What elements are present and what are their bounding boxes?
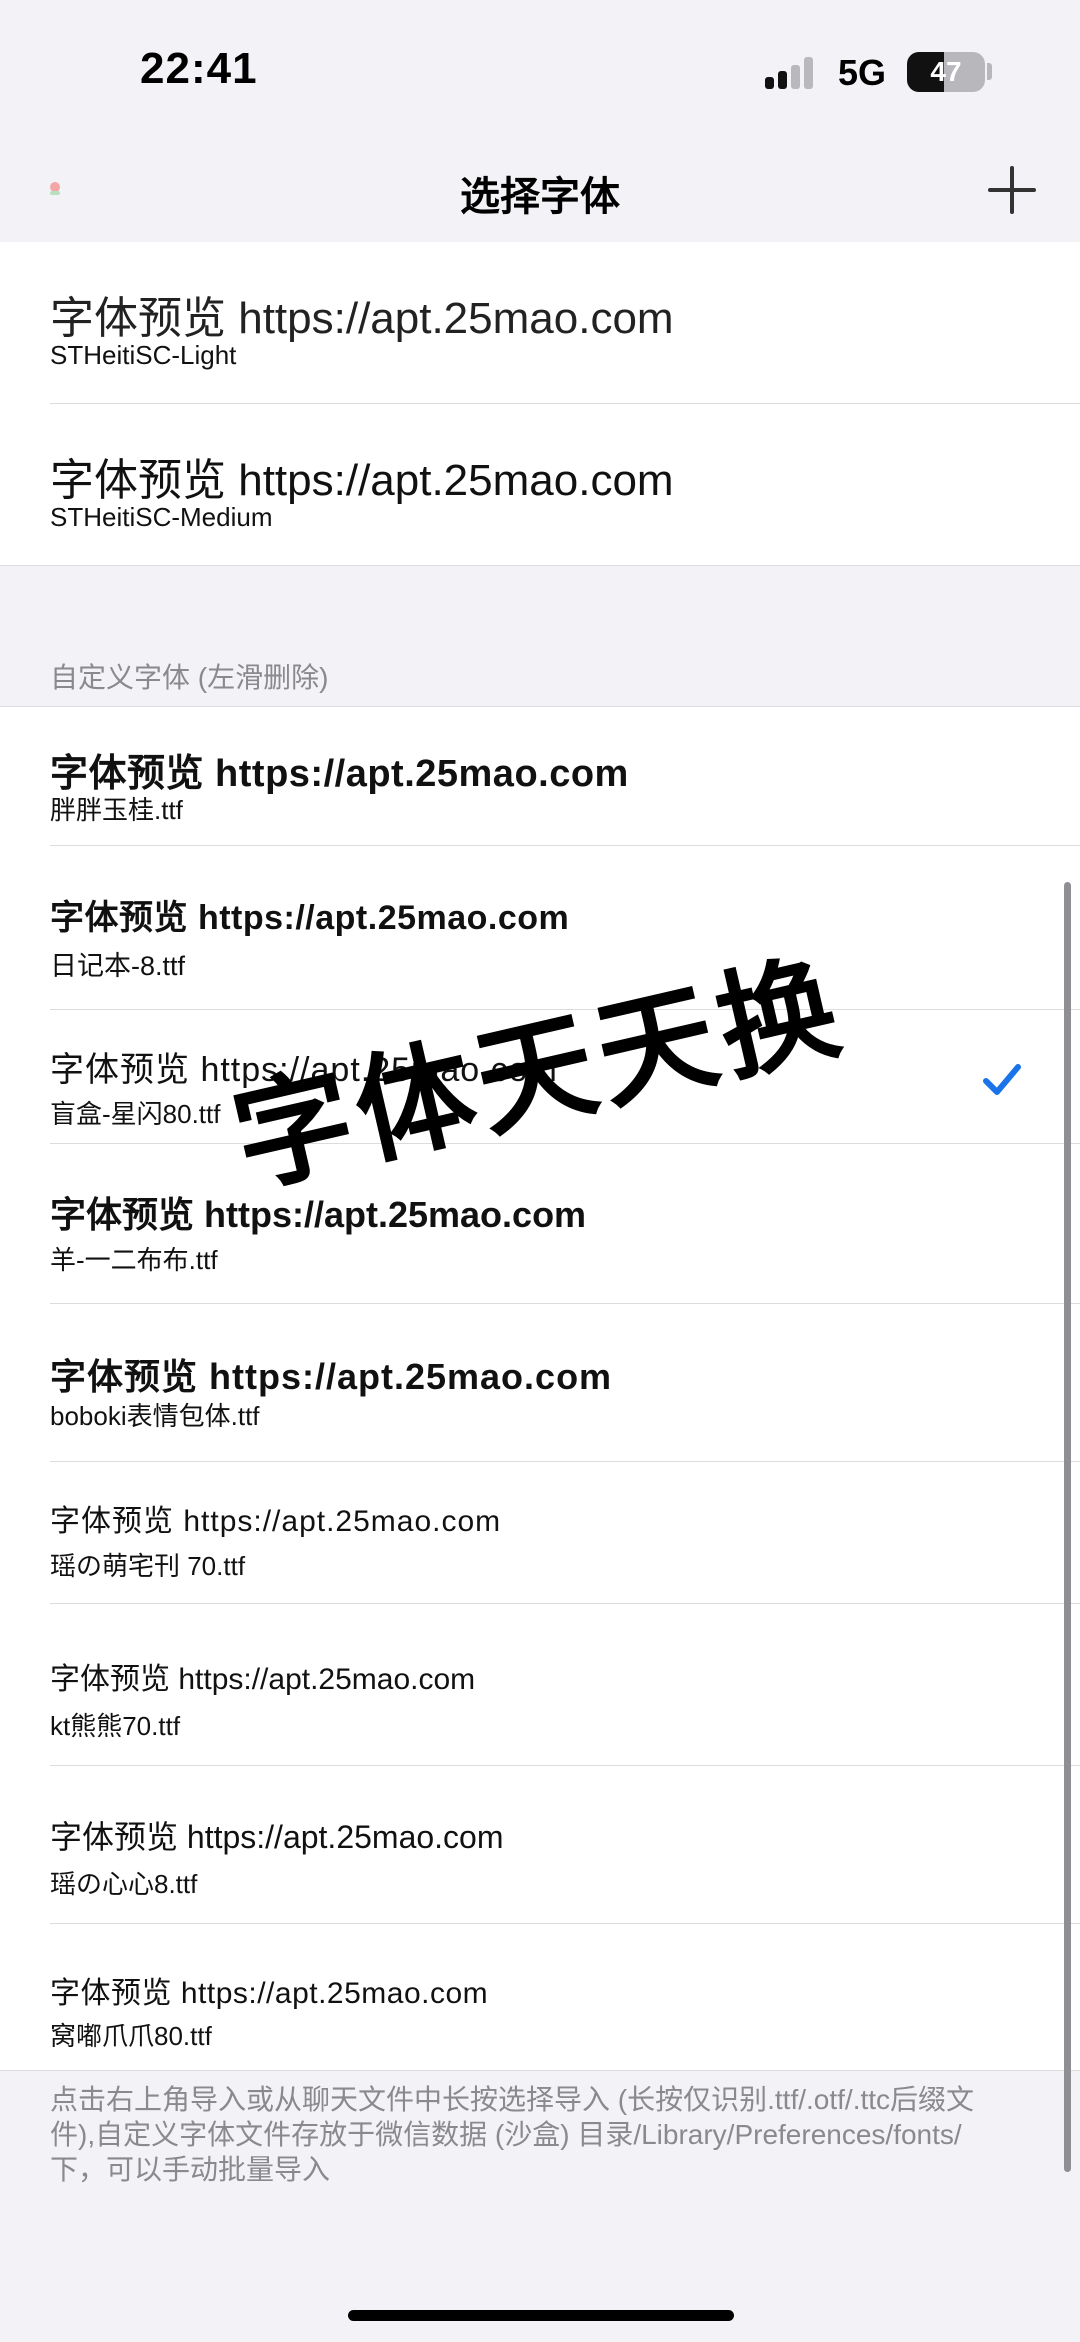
navigation-bar: 选择字体 [0, 140, 1080, 242]
font-name: 胖胖玉桂.ttf [50, 795, 183, 825]
font-name: 盲盒-星闪80.ttf [50, 1099, 221, 1129]
system-font-list: 字体预览 https://apt.25mao.com STHeitiSC-Lig… [0, 242, 1080, 566]
font-name: 窝嘟爪爪80.ttf [50, 2021, 212, 2051]
font-row[interactable]: 字体预览 https://apt.25mao.com 羊-一二布布.ttf [0, 1144, 1080, 1304]
font-row[interactable]: 字体预览 https://apt.25mao.com 窝嘟爪爪80.ttf [0, 1924, 1080, 2071]
font-preview: 字体预览 https://apt.25mao.com [50, 1356, 613, 1397]
font-preview: 字体预览 https://apt.25mao.com [50, 294, 674, 343]
font-name: 羊-一二布布.ttf [50, 1245, 218, 1275]
font-name: 瑶の心心8.ttf [50, 1869, 198, 1899]
custom-fonts-header: 自定义字体 (左滑删除) [50, 662, 329, 693]
battery-percent: 47 [930, 56, 962, 87]
font-row-sthei-medium[interactable]: 字体预览 https://apt.25mao.com STHeitiSC-Med… [0, 404, 1080, 566]
font-preview: 字体预览 https://apt.25mao.com [50, 456, 674, 505]
font-row[interactable]: 字体预览 https://apt.25mao.com 瑶の萌宅刊 70.ttf [0, 1462, 1080, 1604]
font-row-sthei-light[interactable]: 字体预览 https://apt.25mao.com STHeitiSC-Lig… [0, 242, 1080, 404]
cellular-signal-icon [765, 57, 825, 89]
font-name: boboki表情包体.ttf [50, 1401, 260, 1431]
font-preview: 字体预览 https://apt.25mao.com [50, 753, 629, 795]
row-divider [0, 565, 1080, 566]
row-divider [0, 2070, 1080, 2071]
font-preview: 字体预览 https://apt.25mao.com [50, 1663, 476, 1696]
font-preview: 字体预览 https://apt.25mao.com [50, 1505, 502, 1538]
page-title: 选择字体 [460, 175, 620, 219]
checkmark-icon [983, 1064, 1021, 1095]
font-name: 瑶の萌宅刊 70.ttf [50, 1551, 246, 1581]
status-time: 22:41 [140, 44, 258, 93]
add-font-button[interactable] [984, 162, 1040, 218]
battery-icon: 47 [907, 52, 985, 92]
custom-font-list: 字体预览 https://apt.25mao.com 胖胖玉桂.ttf 字体预览… [0, 706, 1080, 2071]
scrollbar[interactable] [1064, 882, 1071, 2172]
home-indicator[interactable] [348, 2310, 734, 2321]
status-bar: 22:41 5G 47 [0, 0, 1080, 140]
font-row[interactable]: 字体预览 https://apt.25mao.com 瑶の心心8.ttf [0, 1766, 1080, 1924]
font-row[interactable]: 字体预览 https://apt.25mao.com 胖胖玉桂.ttf [0, 706, 1080, 846]
import-instructions: 点击右上角导入或从聊天文件中长按选择导入 (长按仅识别.ttf/.otf/.tt… [50, 2084, 975, 2185]
network-type: 5G [838, 52, 887, 93]
battery-cap [987, 63, 992, 80]
font-row[interactable]: 字体预览 https://apt.25mao.com kt熊熊70.ttf [0, 1604, 1080, 1766]
font-name: STHeitiSC-Light [50, 340, 237, 370]
font-preview: 字体预览 https://apt.25mao.com [50, 1819, 504, 1855]
font-name: kt熊熊70.ttf [50, 1711, 181, 1741]
font-row[interactable]: 字体预览 https://apt.25mao.com boboki表情包体.tt… [0, 1304, 1080, 1462]
font-preview: 字体预览 https://apt.25mao.com [50, 899, 570, 937]
font-name: 日记本-8.ttf [50, 951, 186, 981]
font-preview: 字体预览 https://apt.25mao.com [50, 1977, 489, 2010]
font-name: STHeitiSC-Medium [50, 502, 273, 532]
